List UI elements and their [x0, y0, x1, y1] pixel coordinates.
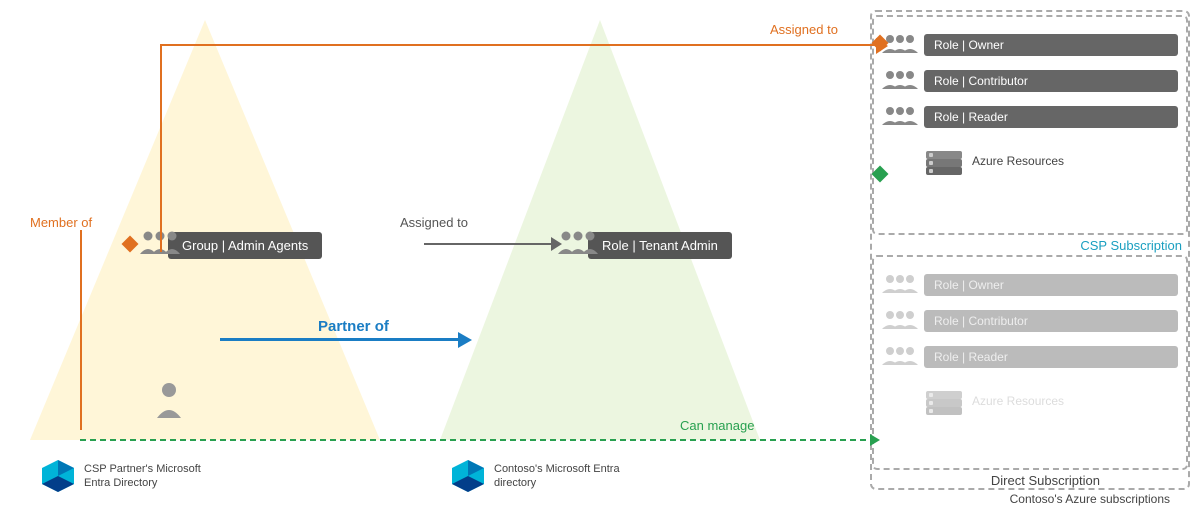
people-icon-contributor	[882, 67, 918, 95]
partner-of-label: Partner of	[318, 318, 389, 335]
people-icon-contributor-direct	[882, 307, 918, 335]
assigned-to-top-label: Assigned to	[770, 22, 838, 37]
orange-line-horizontal-top	[160, 44, 880, 46]
role-reader-label: Role | Reader	[924, 106, 1178, 128]
member-of-label: Member of	[30, 215, 92, 230]
partner-of-arrowhead	[458, 332, 472, 348]
azure-resources-icon-direct	[924, 381, 964, 421]
role-owner-label-direct: Role | Owner	[924, 274, 1178, 296]
role-tenant-admin-label: Role | Tenant Admin	[588, 232, 732, 259]
group-admin-agents-label: Group | Admin Agents	[168, 232, 322, 259]
admin-agents-people-icon	[140, 228, 184, 262]
tenant-admin-people-icon	[558, 228, 602, 262]
contoso-entra-icon	[450, 458, 486, 494]
role-owner-label: Role | Owner	[924, 34, 1178, 56]
tenant-admin-people	[558, 228, 602, 265]
people-icon-owner-direct	[882, 271, 918, 299]
admin-agents-people	[140, 228, 184, 265]
csp-entra-icon	[40, 458, 76, 494]
partner-of-arrow	[220, 338, 460, 341]
arrow-admin-to-tenant	[424, 243, 554, 245]
can-manage-line	[80, 430, 880, 450]
azure-resources-label-direct: Azure Resources	[972, 394, 1064, 408]
diagram: Role | Owner Role | Contributor	[0, 0, 1200, 509]
direct-subscription-box: Role | Owner Role | Contributor	[872, 255, 1188, 470]
contoso-dir-container: Contoso's Microsoft Entra directory	[450, 458, 654, 494]
role-reader-label-direct: Role | Reader	[924, 346, 1178, 368]
role-contributor-label: Role | Contributor	[924, 70, 1178, 92]
assigned-to-mid-label: Assigned to	[400, 215, 468, 230]
arrowhead-admin-to-tenant	[551, 237, 562, 251]
csp-dir-container: CSP Partner's Microsoft Entra Directory	[40, 458, 214, 494]
csp-subscription-label: CSP Subscription	[1080, 238, 1182, 253]
yellow-triangle	[30, 20, 380, 440]
contoso-dir-label: Contoso's Microsoft Entra directory	[494, 462, 654, 491]
contoso-azure-label: Contoso's Azure subscriptions	[1010, 492, 1170, 506]
csp-dir-label: CSP Partner's Microsoft Entra Directory	[84, 462, 214, 491]
orange-line-vertical-left	[160, 44, 162, 252]
people-icon-reader	[882, 103, 918, 131]
role-contributor-label-direct: Role | Contributor	[924, 310, 1178, 332]
azure-resources-icon-csp	[924, 141, 964, 181]
csp-subscription-box: Role | Owner Role | Contributor	[872, 15, 1188, 235]
azure-resources-label-csp: Azure Resources	[972, 154, 1064, 168]
people-icon-reader-direct	[882, 343, 918, 371]
person-icon	[155, 380, 183, 420]
orange-line-member-of	[80, 230, 82, 430]
direct-subscription-label: Direct Subscription	[991, 473, 1100, 488]
single-person-icon	[155, 380, 183, 423]
